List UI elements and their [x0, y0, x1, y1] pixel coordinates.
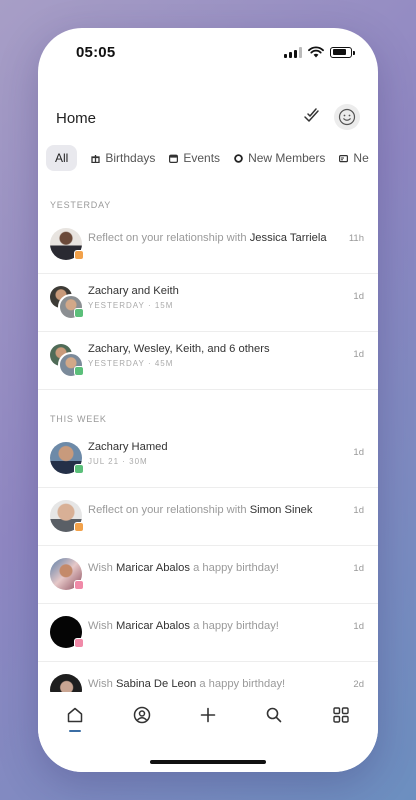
tab-search[interactable] — [259, 700, 289, 730]
battery-icon — [330, 46, 355, 58]
list-item-time: 1d — [353, 291, 364, 302]
avatar — [50, 616, 84, 648]
list-item-text: Reflect on your relationship with Jessic… — [88, 232, 327, 244]
avatar — [50, 344, 84, 378]
status-bar: 05:05 — [38, 28, 378, 72]
filter-chip-label: Ne — [353, 151, 369, 165]
list-item-meta: YESTERDAY · 15M — [88, 301, 174, 310]
filter-chip-label: All — [55, 151, 69, 165]
filter-chip-birthdays[interactable]: Birthdays — [91, 145, 155, 171]
search-icon — [266, 707, 282, 723]
tab-apps[interactable] — [326, 700, 356, 730]
avatar — [50, 228, 84, 260]
double-check-icon[interactable] — [302, 106, 322, 126]
calendar-icon — [169, 154, 179, 163]
page-header: Home — [38, 82, 378, 130]
list-item-meta: YESTERDAY · 45M — [88, 359, 174, 368]
list-item[interactable]: Zachary, Wesley, Keith, and 6 others YES… — [38, 332, 378, 390]
list-item[interactable]: Zachary and Keith YESTERDAY · 15M 1d — [38, 274, 378, 332]
filter-chip-all[interactable]: All — [46, 145, 78, 171]
filter-chip-new-members[interactable]: New Members — [234, 145, 325, 171]
status-time: 05:05 — [76, 44, 116, 61]
list-item-time: 1d — [353, 349, 364, 360]
user-circle-icon — [133, 706, 151, 724]
list-item[interactable]: Zachary Hamed JUL 21 · 30M 1d — [38, 430, 378, 488]
list-item-time: 1d — [353, 447, 364, 458]
list-item-meta: JUL 21 · 30M — [88, 457, 148, 466]
ring-icon — [234, 153, 243, 163]
list-item-text: Reflect on your relationship with Simon … — [88, 504, 313, 516]
home-icon — [67, 707, 83, 723]
gift-icon — [91, 154, 100, 163]
plus-icon — [200, 707, 216, 723]
tab-add[interactable] — [193, 700, 223, 730]
list-item-text: Zachary Hamed JUL 21 · 30M — [88, 441, 338, 466]
tab-profile[interactable] — [127, 700, 157, 730]
list-item-time: 1d — [353, 563, 364, 574]
filter-chips: All Birthdays Events New Members Ne — [46, 144, 378, 172]
bottom-tab-bar — [38, 692, 378, 772]
filter-chip-more[interactable]: Ne — [339, 145, 369, 171]
section-label-this-week: THIS WEEK — [50, 414, 107, 424]
list-item-text: Zachary and Keith YESTERDAY · 15M — [88, 285, 338, 310]
tab-home[interactable] — [60, 700, 90, 732]
phone-frame: 05:05 Home All Birthdays Events New Memb… — [38, 28, 378, 772]
list-item[interactable]: Wish Maricar Abalos a happy birthday! 1d — [38, 546, 378, 604]
card-icon — [339, 154, 349, 162]
filter-chip-label: Birthdays — [105, 151, 156, 165]
signal-icon — [284, 46, 302, 58]
list-item-time: 11h — [348, 233, 364, 244]
filter-chip-events[interactable]: Events — [169, 145, 220, 171]
smiley-face-icon — [338, 108, 356, 126]
filter-chip-label: New Members — [248, 151, 326, 165]
list-item[interactable]: Reflect on your relationship with Jessic… — [38, 216, 378, 274]
list-item-time: 1d — [353, 621, 364, 632]
home-indicator — [150, 760, 266, 764]
filter-chip-label: Events — [183, 151, 221, 165]
page-title: Home — [56, 110, 97, 127]
grid-icon — [333, 707, 349, 723]
list-item-text: Wish Maricar Abalos a happy birthday! — [88, 620, 279, 632]
list-item-text: Wish Sabina De Leon a happy birthday! — [88, 678, 286, 690]
avatar — [50, 558, 84, 590]
wifi-icon — [308, 46, 324, 58]
list-item-time: 1d — [353, 505, 364, 516]
list-item[interactable]: Reflect on your relationship with Simon … — [38, 488, 378, 546]
avatar — [50, 286, 84, 320]
list-item[interactable]: Wish Maricar Abalos a happy birthday! 1d — [38, 604, 378, 662]
status-icons — [284, 46, 355, 58]
list-item-time: 2d — [353, 679, 364, 690]
avatar — [50, 500, 84, 532]
avatar — [50, 442, 84, 474]
list-item-text: Wish Maricar Abalos a happy birthday! — [88, 562, 279, 574]
activity-feed: YESTERDAY Reflect on your relationship w… — [38, 176, 378, 719]
list-item-text: Zachary, Wesley, Keith, and 6 others YES… — [88, 343, 338, 368]
profile-avatar-button[interactable] — [334, 104, 360, 130]
section-label-yesterday: YESTERDAY — [50, 200, 112, 210]
